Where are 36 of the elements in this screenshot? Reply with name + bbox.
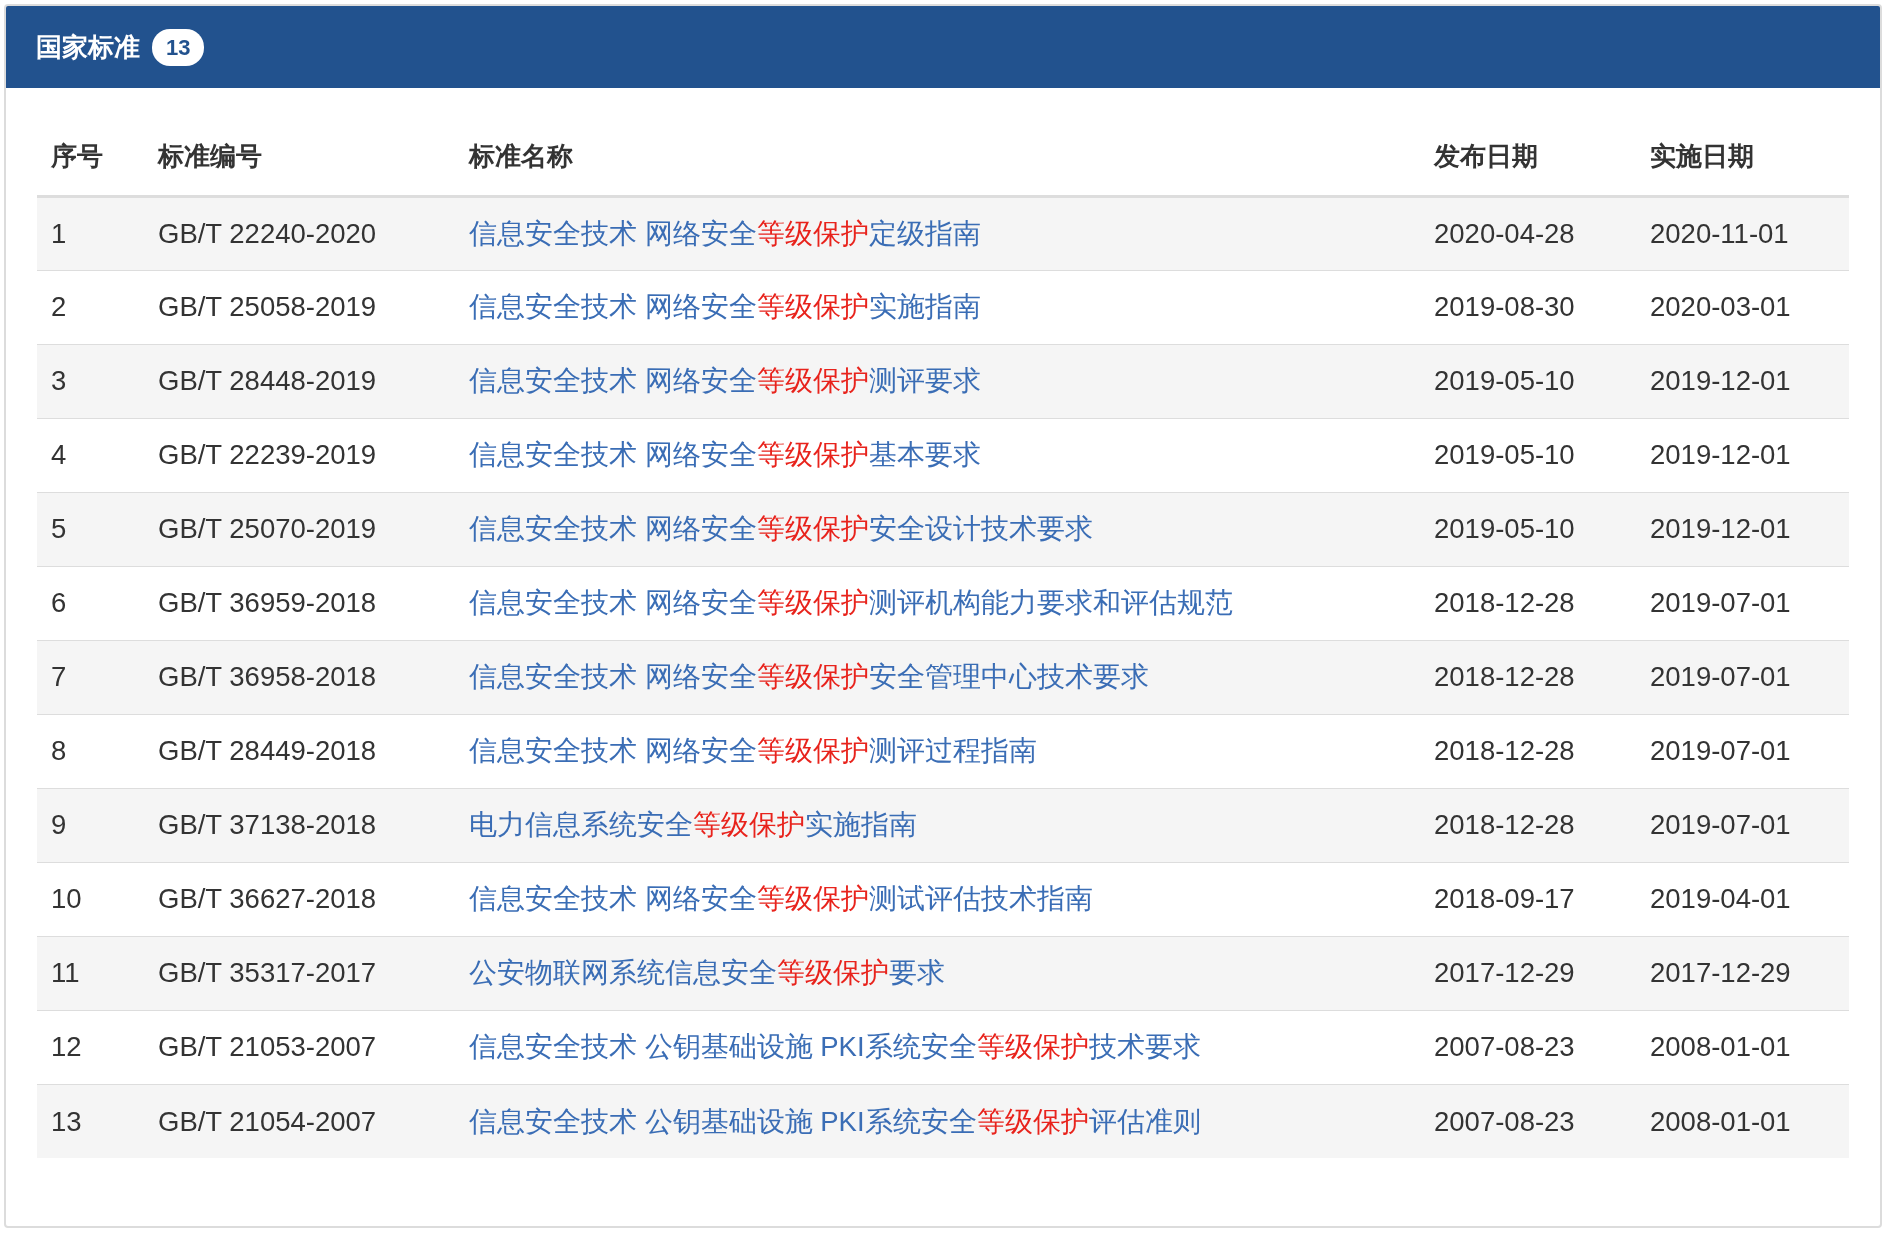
standard-name-link[interactable]: 信息安全技术 网络安全等级保护测评机构能力要求和评估规范 [469, 587, 1233, 619]
table-cell: 2019-12-01 [1636, 492, 1849, 566]
table-cell: 2007-08-23 [1420, 1084, 1636, 1158]
table-cell: 2018-12-28 [1420, 788, 1636, 862]
standard-name-link[interactable]: 信息安全技术 公钥基础设施 PKI系统安全等级保护技术要求 [469, 1031, 1201, 1063]
table-cell: 3 [37, 344, 144, 418]
table-cell: 2019-07-01 [1636, 640, 1849, 714]
table-cell: GB/T 21054-2007 [144, 1084, 455, 1158]
table-cell: 1 [37, 196, 144, 270]
table-cell: 9 [37, 788, 144, 862]
table-cell: GB/T 25070-2019 [144, 492, 455, 566]
table-cell: GB/T 22240-2020 [144, 196, 455, 270]
standard-name-link[interactable]: 信息安全技术 网络安全等级保护基本要求 [469, 439, 981, 471]
table-cell: 2017-12-29 [1636, 936, 1849, 1010]
table-cell: 2019-12-01 [1636, 344, 1849, 418]
table-cell: 2020-11-01 [1636, 196, 1849, 270]
standard-name-link[interactable]: 信息安全技术 网络安全等级保护实施指南 [469, 291, 981, 323]
table-cell: 13 [37, 1084, 144, 1158]
table-cell: GB/T 35317-2017 [144, 936, 455, 1010]
table-cell: 2019-05-10 [1420, 492, 1636, 566]
table-cell: 2020-04-28 [1420, 196, 1636, 270]
table-cell: 7 [37, 640, 144, 714]
table-cell: GB/T 36958-2018 [144, 640, 455, 714]
table-cell: 5 [37, 492, 144, 566]
standard-name-link[interactable]: 信息安全技术 网络安全等级保护测评过程指南 [469, 735, 1037, 767]
table-cell: 2019-07-01 [1636, 788, 1849, 862]
table-cell: 2017-12-29 [1420, 936, 1636, 1010]
table-cell: GB/T 37138-2018 [144, 788, 455, 862]
table-cell: 11 [37, 936, 144, 1010]
table-cell: GB/T 28448-2019 [144, 344, 455, 418]
panel-title: 国家标准 [36, 30, 140, 64]
standard-name-link[interactable]: 信息安全技术 网络安全等级保护测试评估技术指南 [469, 883, 1093, 915]
table-cell: 2008-01-01 [1636, 1084, 1849, 1158]
count-badge: 13 [152, 28, 205, 66]
table-cell: 2019-05-10 [1420, 344, 1636, 418]
table-cell: 2018-12-28 [1420, 640, 1636, 714]
